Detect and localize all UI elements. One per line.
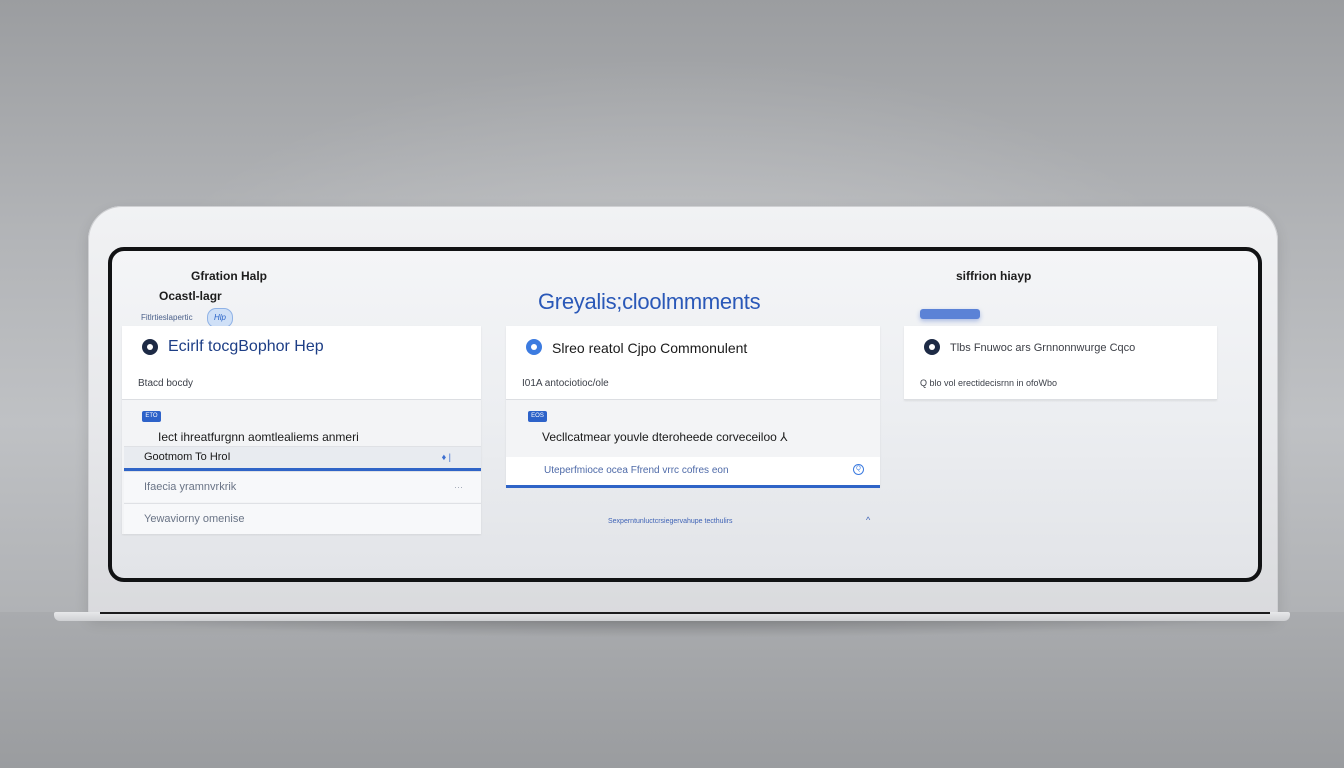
list-item[interactable]: Yewaviorny omenise [124,503,481,534]
list-item-active[interactable]: Gootmom To HroI ♦ | [124,446,481,471]
left-header-subtitle: Ocastl-lagr [159,289,222,303]
list-item-more-icon[interactable]: ··· [454,472,463,502]
list-item-action-icon[interactable]: ♦ | [442,447,451,468]
device-screen: Gfration Halp Ocastl-lagr Fitlrtieslaper… [108,247,1262,582]
list-item-label: Ifaecia yramnvrkrik [144,481,237,493]
help-panel-left: Ecirlf tocgBophor Hep Btacd bocdy ETO Ie… [122,326,481,534]
reply-input[interactable]: Uteperfmioce ocea Ffrend vrrc cofres eon… [506,457,880,488]
device-base-line [100,612,1270,614]
status-tag: ETO [142,411,161,422]
search-icon[interactable]: Q [853,464,864,475]
panel-header: Tlbs Fnuwoc ars Grnnonnwurge Cqco [904,326,1217,369]
left-header-hint: Fitlrtieslapertic [141,313,193,322]
panel-footnote: Sexperntunluctcrsiegervahupe tecthulirs [608,518,733,525]
list-item-label: Gootmom To HroI [144,451,231,463]
panel-subheader: I01A antociotioc/ole [506,368,880,400]
page-title: Greyalis;cloolmmments [538,289,761,314]
chevron-up-icon[interactable]: ^ [866,515,870,525]
help-panel-center: Slreo reatol Cjpo Commonulent I01A antoc… [506,326,880,488]
status-tag: EOS [528,411,547,422]
panel-prompt: Iect ihreatfurgnn aomtlealiems anmeri [158,430,359,444]
app-logo-icon [526,339,542,355]
panel-subheader: Q blo vol erectidecisrnn in ofoWbo [904,368,1217,400]
app-logo-icon [142,339,158,355]
left-header-title: Gfration Halp [191,269,268,283]
right-header-chip[interactable] [920,309,980,319]
right-header-title: siffrion hiayp [956,269,1032,283]
app-logo-icon [924,339,940,355]
help-badge-button[interactable]: Hlp [207,308,233,328]
panel-header: Slreo reatol Cjpo Commonulent [506,326,880,369]
list-item[interactable]: Ifaecia yramnvrkrik ··· [124,471,481,502]
panel-title: Ecirlf tocgBophor Hep [168,338,324,355]
list-item-label: Yewaviorny omenise [144,513,245,525]
panel-title: Tlbs Fnuwoc ars Grnnonnwurge Cqco [950,342,1136,354]
panel-subheader: Btacd bocdy [122,368,481,400]
panel-title: Slreo reatol Cjpo Commonulent [552,340,748,356]
panel-prompt: Vecllcatmear youvle dteroheede corveceil… [542,430,788,444]
panel-header: Ecirlf tocgBophor Hep [122,326,481,369]
help-panel-right: Tlbs Fnuwoc ars Grnnonnwurge Cqco Q blo … [904,326,1217,400]
reply-input-placeholder: Uteperfmioce ocea Ffrend vrrc cofres eon [544,465,729,476]
